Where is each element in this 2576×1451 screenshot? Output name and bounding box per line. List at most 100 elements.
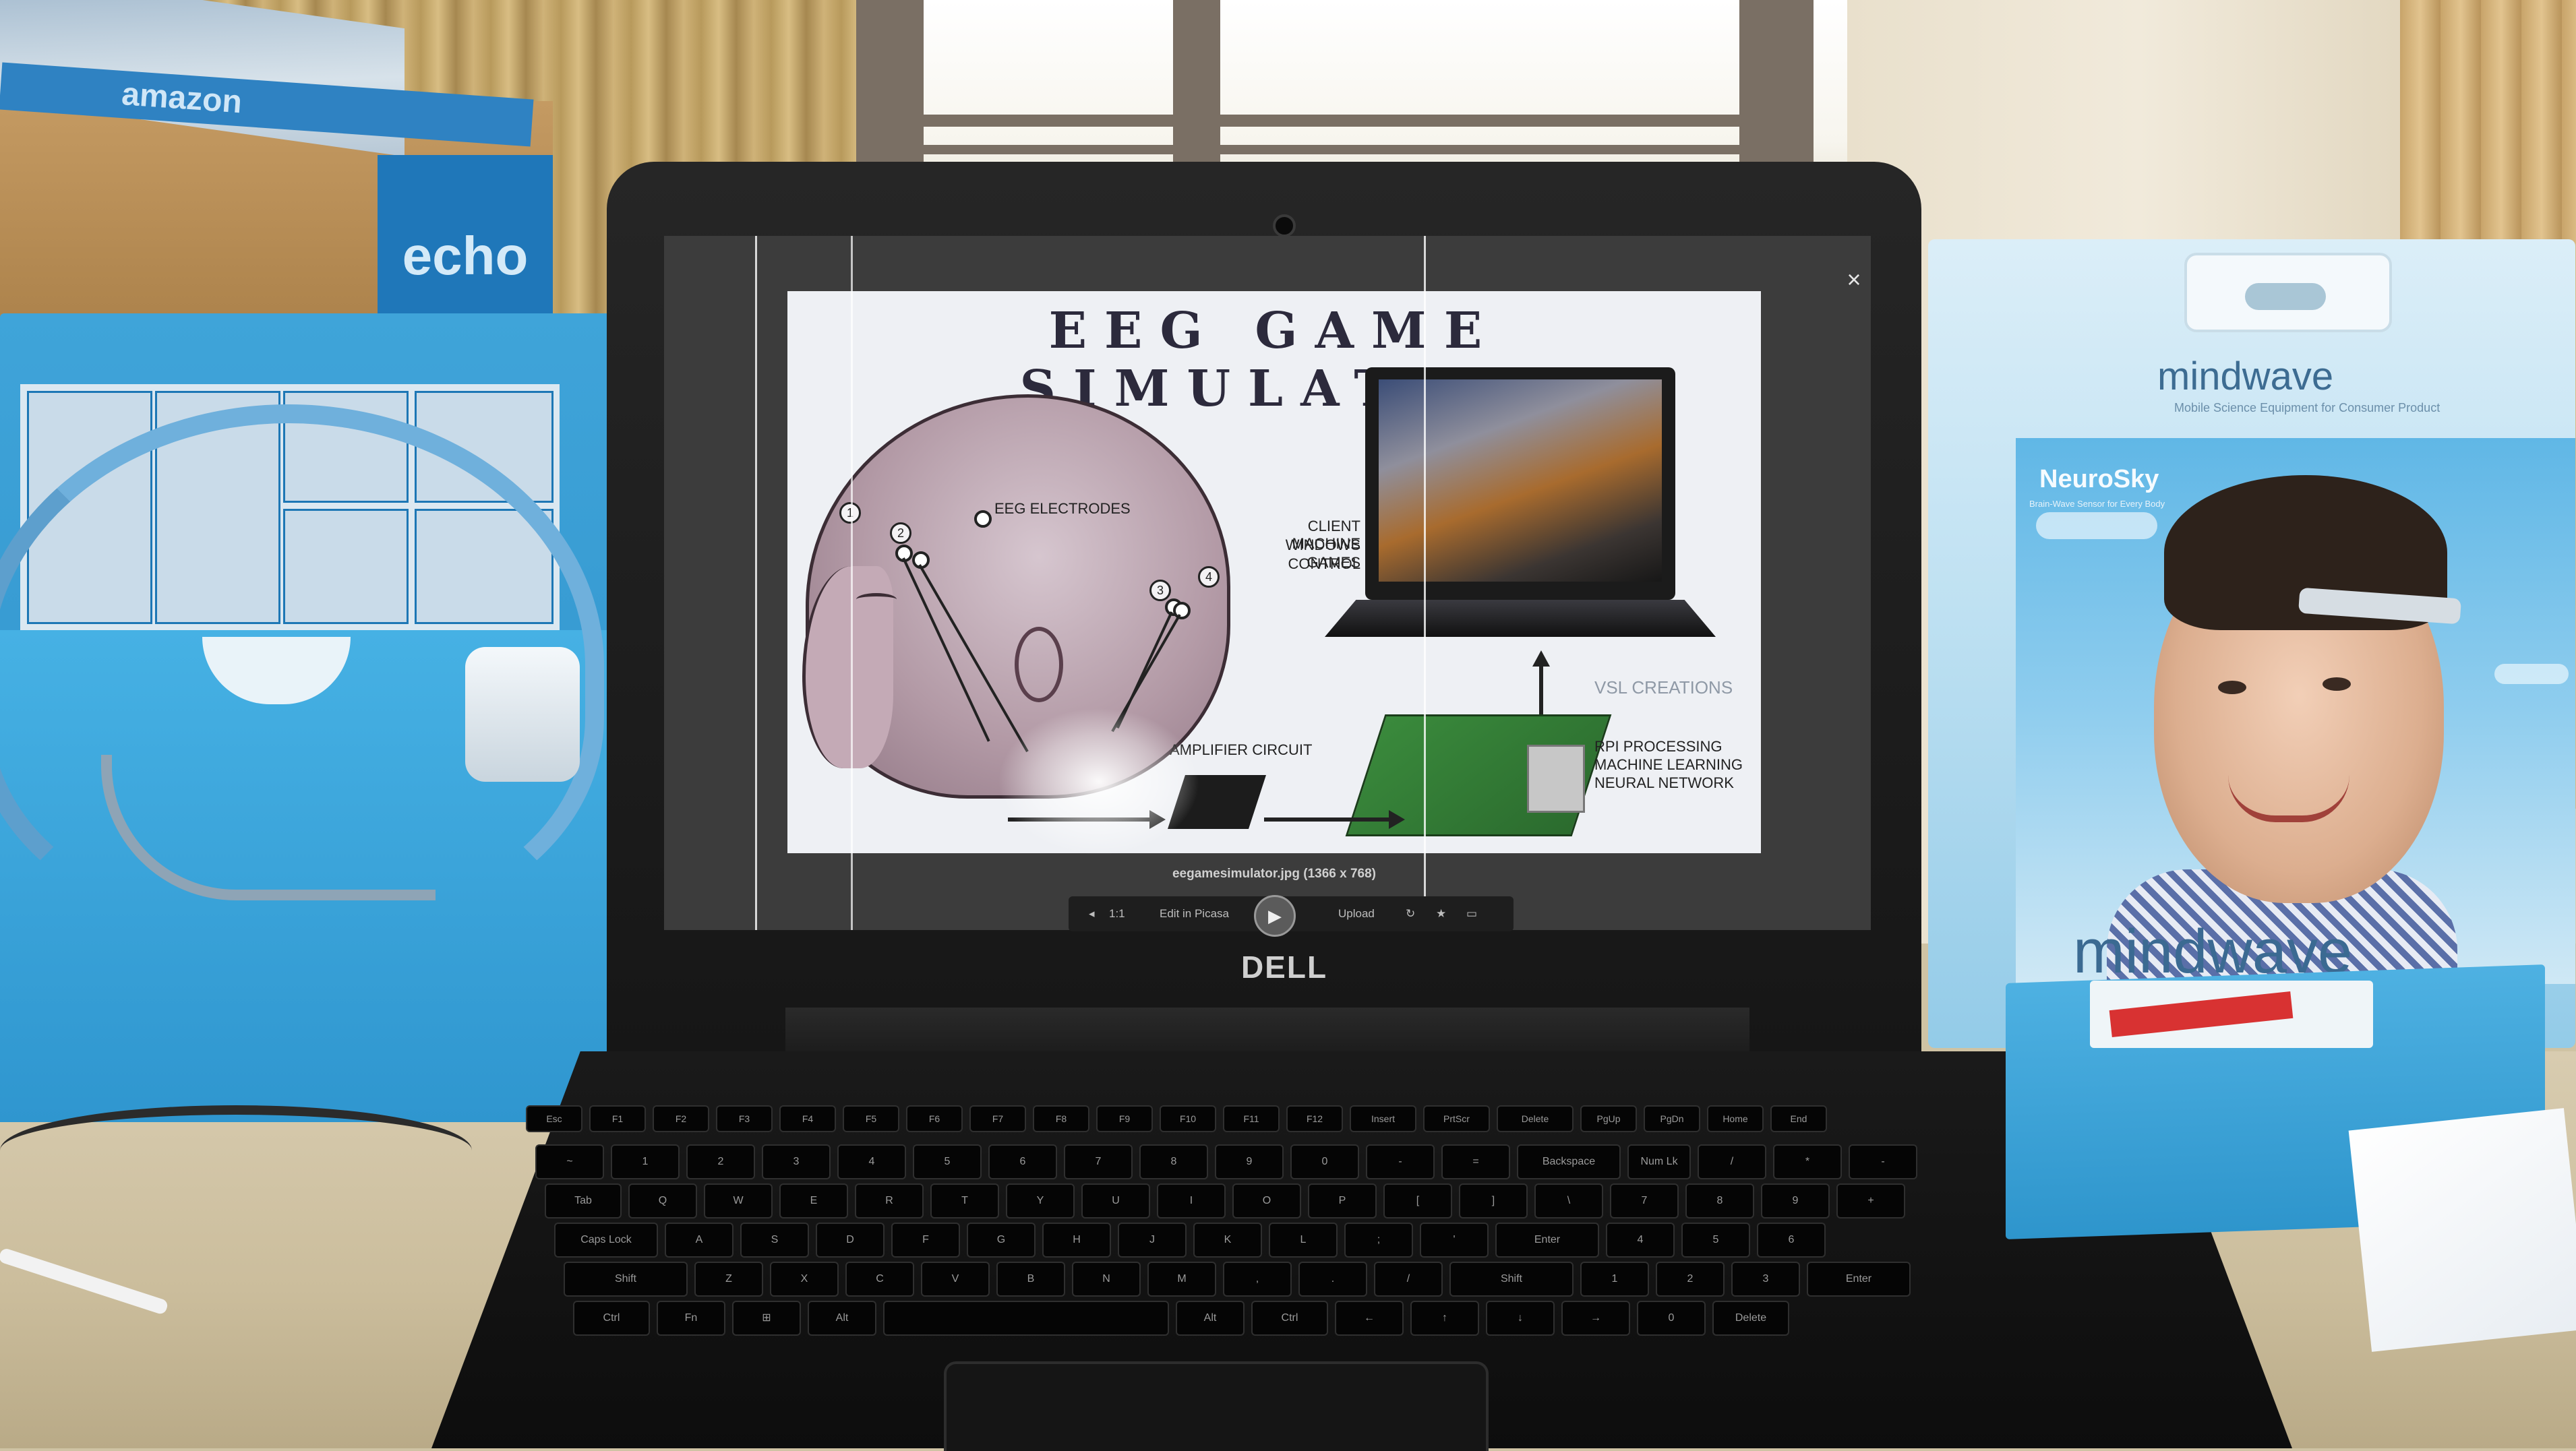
- key[interactable]: *: [1773, 1144, 1842, 1179]
- key[interactable]: PgDn: [1644, 1105, 1700, 1132]
- key[interactable]: -: [1849, 1144, 1917, 1179]
- key[interactable]: ←: [1335, 1301, 1404, 1336]
- key[interactable]: P: [1308, 1183, 1377, 1218]
- key[interactable]: H: [1042, 1223, 1111, 1258]
- key[interactable]: F8: [1033, 1105, 1089, 1132]
- key[interactable]: G: [967, 1223, 1036, 1258]
- key[interactable]: 2: [1656, 1262, 1725, 1297]
- key[interactable]: Tab: [545, 1183, 622, 1218]
- key[interactable]: ': [1420, 1223, 1489, 1258]
- key[interactable]: Y: [1006, 1183, 1075, 1218]
- key[interactable]: PgUp: [1580, 1105, 1637, 1132]
- close-icon[interactable]: ×: [1840, 266, 1867, 293]
- key[interactable]: 7: [1064, 1144, 1133, 1179]
- key[interactable]: Backspace: [1517, 1144, 1621, 1179]
- key[interactable]: 9: [1215, 1144, 1284, 1179]
- key[interactable]: =: [1441, 1144, 1510, 1179]
- key[interactable]: F9: [1096, 1105, 1153, 1132]
- key[interactable]: \: [1534, 1183, 1603, 1218]
- key[interactable]: S: [740, 1223, 809, 1258]
- key[interactable]: N: [1072, 1262, 1141, 1297]
- key[interactable]: .: [1298, 1262, 1367, 1297]
- key[interactable]: 5: [1681, 1223, 1750, 1258]
- key[interactable]: F: [891, 1223, 960, 1258]
- key[interactable]: Alt: [808, 1301, 876, 1336]
- key[interactable]: D: [816, 1223, 885, 1258]
- key[interactable]: F6: [906, 1105, 963, 1132]
- key[interactable]: W: [704, 1183, 773, 1218]
- key[interactable]: 7: [1610, 1183, 1679, 1218]
- key[interactable]: V: [921, 1262, 990, 1297]
- key[interactable]: 6: [988, 1144, 1057, 1179]
- play-slideshow-button[interactable]: ▶: [1254, 895, 1296, 937]
- key[interactable]: 0: [1637, 1301, 1706, 1336]
- key[interactable]: Caps Lock: [554, 1223, 658, 1258]
- key[interactable]: /: [1698, 1144, 1766, 1179]
- key[interactable]: L: [1269, 1223, 1338, 1258]
- key[interactable]: C: [845, 1262, 914, 1297]
- key[interactable]: R: [855, 1183, 924, 1218]
- key[interactable]: ↓: [1486, 1301, 1555, 1336]
- key[interactable]: A: [665, 1223, 733, 1258]
- key[interactable]: Home: [1707, 1105, 1764, 1132]
- upload-button[interactable]: Upload: [1338, 896, 1375, 931]
- key[interactable]: Ctrl: [1251, 1301, 1328, 1336]
- key[interactable]: 4: [1606, 1223, 1675, 1258]
- key[interactable]: →: [1561, 1301, 1630, 1336]
- key[interactable]: ⊞: [732, 1301, 801, 1336]
- star-icon[interactable]: ★: [1436, 896, 1446, 931]
- key[interactable]: 0: [1290, 1144, 1359, 1179]
- key-space[interactable]: [883, 1301, 1169, 1336]
- key[interactable]: Z: [694, 1262, 763, 1297]
- key[interactable]: End: [1770, 1105, 1827, 1132]
- key[interactable]: ,: [1223, 1262, 1292, 1297]
- key[interactable]: Fn: [657, 1301, 725, 1336]
- key[interactable]: Alt: [1176, 1301, 1245, 1336]
- key[interactable]: 6: [1757, 1223, 1826, 1258]
- key[interactable]: Esc: [526, 1105, 582, 1132]
- key[interactable]: K: [1193, 1223, 1262, 1258]
- key[interactable]: ↑: [1410, 1301, 1479, 1336]
- key[interactable]: +: [1836, 1183, 1905, 1218]
- key[interactable]: 8: [1685, 1183, 1754, 1218]
- key[interactable]: -: [1366, 1144, 1435, 1179]
- key[interactable]: B: [996, 1262, 1065, 1297]
- key[interactable]: 2: [686, 1144, 755, 1179]
- key[interactable]: 1: [1580, 1262, 1649, 1297]
- key[interactable]: F5: [843, 1105, 899, 1132]
- key[interactable]: Enter: [1495, 1223, 1599, 1258]
- key[interactable]: Delete: [1712, 1301, 1789, 1336]
- key[interactable]: M: [1147, 1262, 1216, 1297]
- key[interactable]: F10: [1160, 1105, 1216, 1132]
- key[interactable]: I: [1157, 1183, 1226, 1218]
- key[interactable]: F7: [969, 1105, 1026, 1132]
- key[interactable]: J: [1118, 1223, 1187, 1258]
- key[interactable]: /: [1374, 1262, 1443, 1297]
- key[interactable]: F3: [716, 1105, 773, 1132]
- zoom-out-icon[interactable]: ◂: [1089, 896, 1095, 931]
- key[interactable]: T: [930, 1183, 999, 1218]
- share-icon[interactable]: ▭: [1466, 896, 1477, 931]
- key[interactable]: 8: [1139, 1144, 1208, 1179]
- key[interactable]: ]: [1459, 1183, 1528, 1218]
- key[interactable]: ~: [535, 1144, 604, 1179]
- key[interactable]: 3: [1731, 1262, 1800, 1297]
- key[interactable]: Shift: [564, 1262, 688, 1297]
- key[interactable]: Num Lk: [1627, 1144, 1691, 1179]
- key[interactable]: Enter: [1807, 1262, 1911, 1297]
- key[interactable]: Shift: [1449, 1262, 1574, 1297]
- key[interactable]: F2: [653, 1105, 709, 1132]
- touchpad[interactable]: [944, 1361, 1489, 1451]
- edit-in-picasa-button[interactable]: Edit in Picasa: [1160, 896, 1229, 931]
- key[interactable]: 4: [837, 1144, 906, 1179]
- key[interactable]: 3: [762, 1144, 831, 1179]
- zoom-actual-button[interactable]: 1:1: [1109, 896, 1125, 931]
- rotate-icon[interactable]: ↻: [1406, 896, 1415, 931]
- key[interactable]: 5: [913, 1144, 982, 1179]
- key[interactable]: F12: [1286, 1105, 1343, 1132]
- key[interactable]: X: [770, 1262, 839, 1297]
- key[interactable]: [: [1383, 1183, 1452, 1218]
- key[interactable]: Ctrl: [573, 1301, 650, 1336]
- key[interactable]: 9: [1761, 1183, 1830, 1218]
- key[interactable]: F11: [1223, 1105, 1280, 1132]
